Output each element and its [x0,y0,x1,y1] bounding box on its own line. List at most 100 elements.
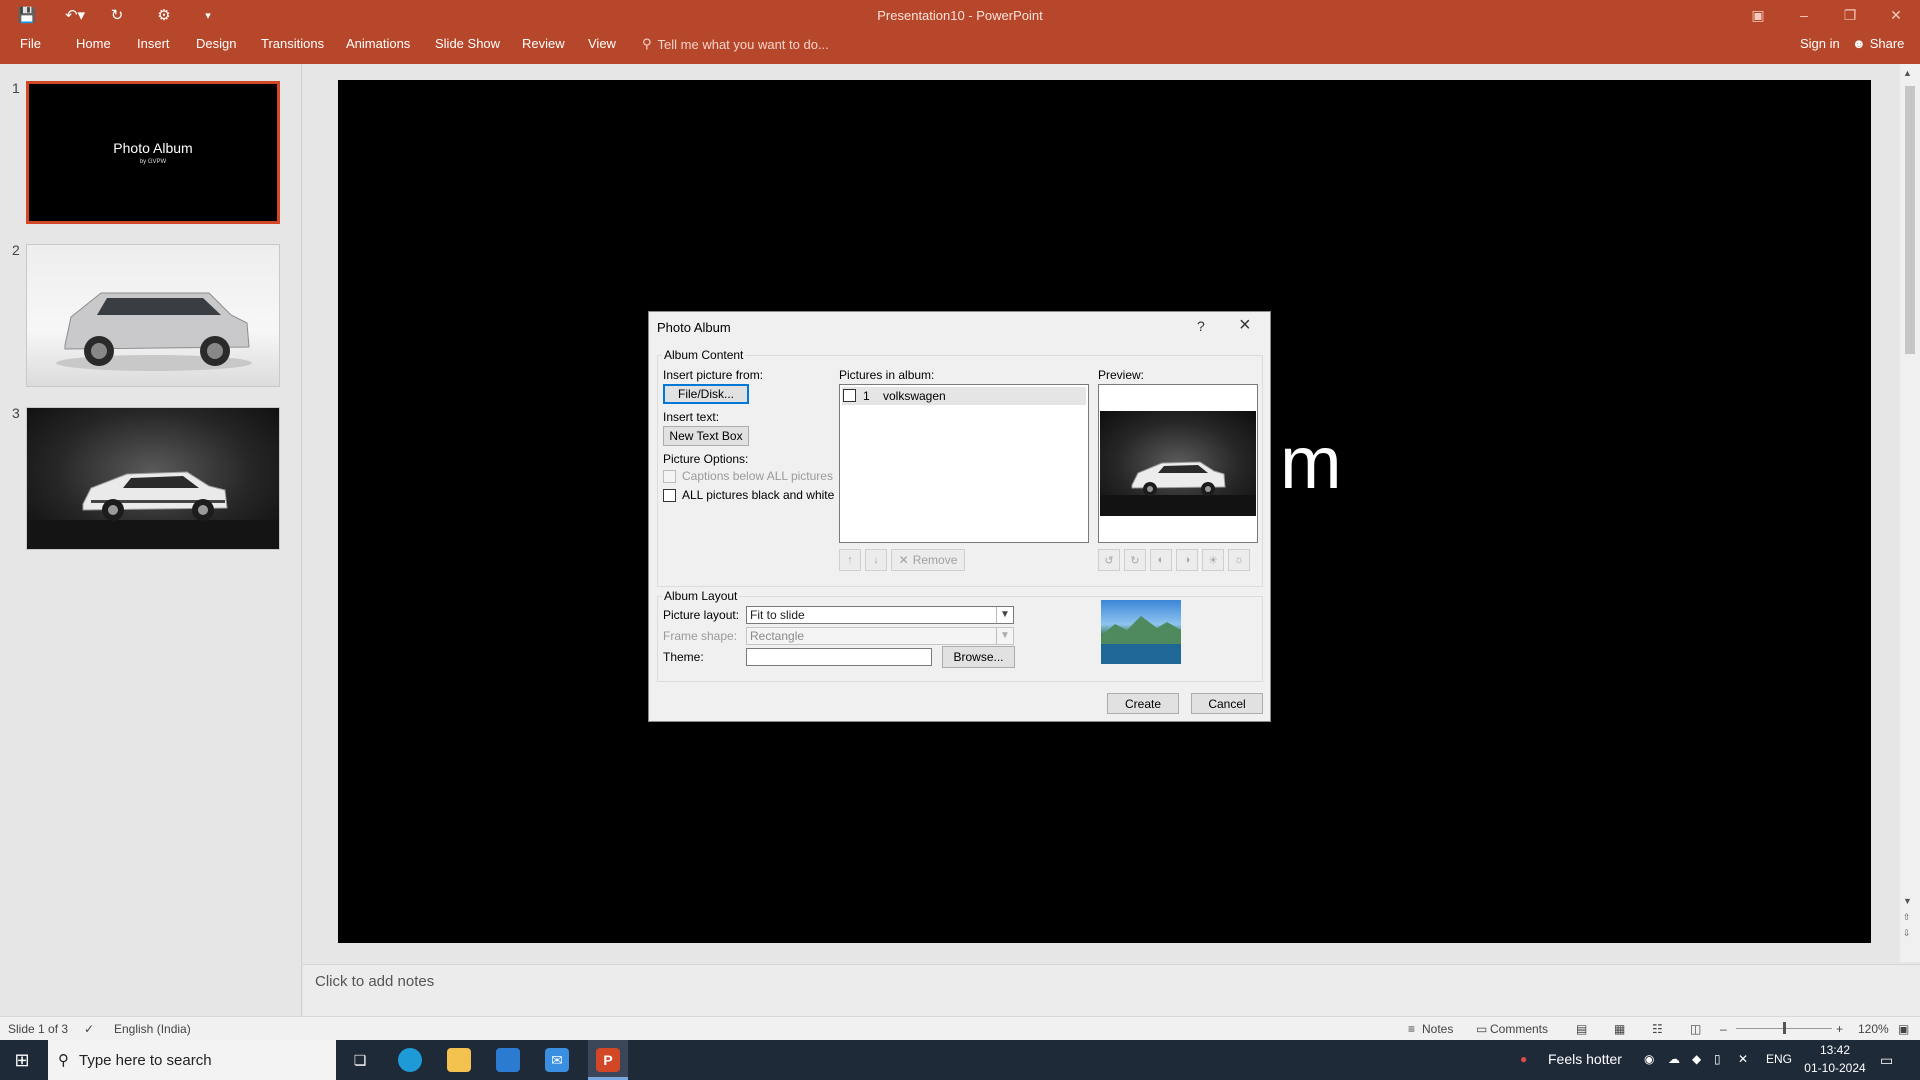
store-icon[interactable] [496,1048,520,1072]
new-text-box-button[interactable]: New Text Box [663,426,749,446]
tell-me-text: Tell me what you want to do... [657,36,829,52]
remove-button[interactable]: ✕ Remove [891,549,965,571]
sign-in-link[interactable]: Sign in [1800,36,1840,51]
slideshow-view-icon[interactable]: ◫ [1690,1022,1701,1036]
previous-slide-icon[interactable]: ⇧ [1903,912,1911,923]
frame-shape-dropdown[interactable]: Rectangle ▼ [746,627,1014,645]
pictures-in-album-label: Pictures in album: [839,368,935,382]
tab-insert[interactable]: Insert [137,36,170,51]
help-icon[interactable]: ? [1197,318,1205,334]
photo-album-dialog: Photo Album ? × Album Content Insert pic… [648,311,1271,722]
window-title: Presentation10 - PowerPoint [877,8,1043,23]
decrease-brightness-icon[interactable]: ☼ [1228,549,1250,571]
powerpoint-taskbar-button[interactable]: P [588,1040,628,1080]
reading-view-icon[interactable]: ☷ [1652,1022,1663,1036]
language-indicator[interactable]: English (India) [114,1022,191,1036]
zoom-slider-handle[interactable] [1783,1022,1786,1034]
rotate-left-icon[interactable]: ↺ [1098,549,1120,571]
taskbar-search-box[interactable]: ⚲ Type here to search [48,1040,336,1080]
ribbon-display-options-icon[interactable]: ▣ [1738,4,1778,26]
spell-check-icon[interactable]: ✓ [84,1022,94,1036]
slide-thumbnail-3[interactable] [26,407,280,550]
edge-icon[interactable] [398,1048,422,1072]
scrollbar-thumb[interactable] [1905,86,1915,354]
zoom-out-icon[interactable]: – [1720,1022,1727,1036]
tab-transitions[interactable]: Transitions [261,36,324,51]
tab-animations[interactable]: Animations [346,36,410,51]
antivirus-icon[interactable]: ◉ [1644,1052,1654,1066]
tab-slide-show[interactable]: Slide Show [435,36,500,51]
slide-thumbnail-1[interactable]: Photo Album by GVPW [26,81,280,224]
file-explorer-icon[interactable] [447,1048,471,1072]
thermometer-icon: ● [1520,1052,1528,1066]
layout-landscape-image [1101,616,1181,664]
captions-below-checkbox[interactable] [663,470,676,483]
onedrive-icon[interactable]: ☁ [1668,1052,1680,1066]
cancel-button[interactable]: Cancel [1191,693,1263,714]
picture-layout-dropdown[interactable]: Fit to slide ▼ [746,606,1014,624]
restore-icon[interactable]: ❐ [1830,4,1870,26]
comments-icon: ▭ [1476,1022,1488,1036]
slide-sorter-icon[interactable]: ▦ [1614,1022,1625,1036]
theme-input[interactable] [746,648,932,666]
list-item[interactable]: 1 volkswagen [842,387,1086,405]
move-down-icon[interactable]: ↓ [865,549,887,571]
tab-home[interactable]: Home [76,36,111,51]
tab-review[interactable]: Review [522,36,565,51]
file-disk-button[interactable]: File/Disk... [663,384,749,404]
scroll-down-icon[interactable]: ▼ [1903,896,1912,906]
input-language[interactable]: ENG [1766,1052,1792,1066]
create-button[interactable]: Create [1107,693,1179,714]
pictures-list[interactable]: 1 volkswagen [839,384,1089,543]
rotate-right-icon[interactable]: ↻ [1124,549,1146,571]
increase-contrast-icon[interactable]: ◐ [1150,549,1172,571]
minimize-icon[interactable]: – [1784,4,1824,26]
next-slide-icon[interactable]: ⇩ [1903,928,1911,939]
slide-thumbnail-2[interactable] [26,244,280,387]
notifications-icon[interactable]: ▭ [1880,1052,1893,1069]
weather-text[interactable]: Feels hotter [1548,1051,1622,1067]
tab-file[interactable]: File [20,36,41,51]
zoom-level[interactable]: 120% [1858,1022,1889,1036]
taskbar: ⊞ ⚲ Type here to search ❏ ✉ P ● Feels ho… [0,1040,1920,1080]
network-icon[interactable]: ▯ [1714,1052,1721,1066]
volume-muted-icon[interactable]: ✕ [1738,1052,1748,1066]
close-window-icon[interactable]: ✕ [1876,4,1916,26]
insert-text-label: Insert text: [663,410,720,424]
decrease-contrast-icon[interactable]: ◑ [1176,549,1198,571]
notes-placeholder: Click to add notes [315,973,435,990]
slide-title-text[interactable]: m [1280,420,1342,505]
fit-to-window-icon[interactable]: ▣ [1898,1022,1909,1036]
share-button[interactable]: ☻ Share [1852,36,1904,51]
zoom-in-icon[interactable]: + [1836,1022,1843,1036]
black-white-checkbox[interactable] [663,489,676,502]
remove-x-icon: ✕ [898,553,909,567]
notes-toggle[interactable]: Notes [1422,1022,1453,1036]
mail-icon[interactable]: ✉ [545,1048,569,1072]
slide-counter[interactable]: Slide 1 of 3 [8,1022,68,1036]
normal-view-icon[interactable]: ▤ [1576,1022,1587,1036]
clock-date[interactable]: 01-10-2024 [1800,1061,1870,1075]
comments-toggle[interactable]: Comments [1490,1022,1548,1036]
black-white-label: ALL pictures black and white [682,488,835,502]
task-view-icon[interactable]: ❏ [348,1048,372,1072]
title-bar: 💾 ↶▾ ↻ ⚙ ▾ Presentation10 - PowerPoint ▣… [0,0,1920,64]
browse-button[interactable]: Browse... [942,646,1015,668]
preview-label: Preview: [1098,368,1145,382]
tell-me-box[interactable]: ⚲ Tell me what you want to do... [642,36,829,52]
tab-view[interactable]: View [588,36,616,51]
notes-pane[interactable]: Click to add notes [303,964,1920,1016]
clock-time[interactable]: 13:42 [1810,1043,1860,1057]
windows-start-icon[interactable]: ⊞ [10,1048,34,1072]
notes-icon: ≡ [1408,1022,1416,1036]
thumbnail-title: Photo Album [113,140,193,156]
scroll-up-icon[interactable]: ▲ [1903,68,1912,78]
close-icon[interactable]: × [1239,314,1251,337]
increase-brightness-icon[interactable]: ☀ [1202,549,1224,571]
tray-app-icon[interactable]: ◆ [1692,1052,1701,1066]
tab-design[interactable]: Design [196,36,236,51]
chevron-down-icon: ▼ [996,607,1013,623]
picture-options-label: Picture Options: [663,452,749,466]
move-up-icon[interactable]: ↑ [839,549,861,571]
list-item-checkbox[interactable] [843,389,856,402]
